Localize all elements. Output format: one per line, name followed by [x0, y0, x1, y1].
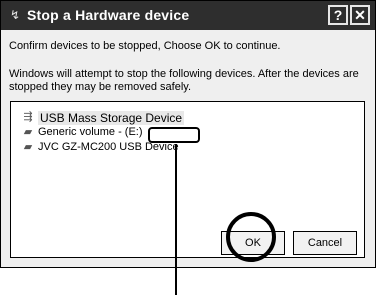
info-message: Windows will attempt to stop the followi…: [9, 68, 359, 93]
model-number-callout: [148, 127, 200, 143]
close-button[interactable]: ✕: [350, 5, 370, 25]
usb-icon: ⇶: [23, 111, 33, 123]
safely-remove-icon: ↯: [9, 8, 21, 22]
drive-icon: ▰: [23, 141, 33, 153]
help-button[interactable]: ?: [328, 5, 348, 25]
title-bar: ↯ Stop a Hardware device ? ✕: [1, 1, 375, 30]
ok-button-highlight-ring: [226, 212, 276, 262]
confirm-message: Confirm devices to be stopped, Choose OK…: [9, 40, 281, 52]
drive-icon: ▰: [23, 126, 33, 138]
callout-leader-line: [175, 144, 177, 295]
dialog-title: Stop a Hardware device: [27, 7, 190, 23]
device-label: USB Mass Storage Device: [38, 111, 185, 125]
cancel-button[interactable]: Cancel: [293, 231, 357, 255]
device-label: Generic volume - (E:): [38, 126, 143, 138]
